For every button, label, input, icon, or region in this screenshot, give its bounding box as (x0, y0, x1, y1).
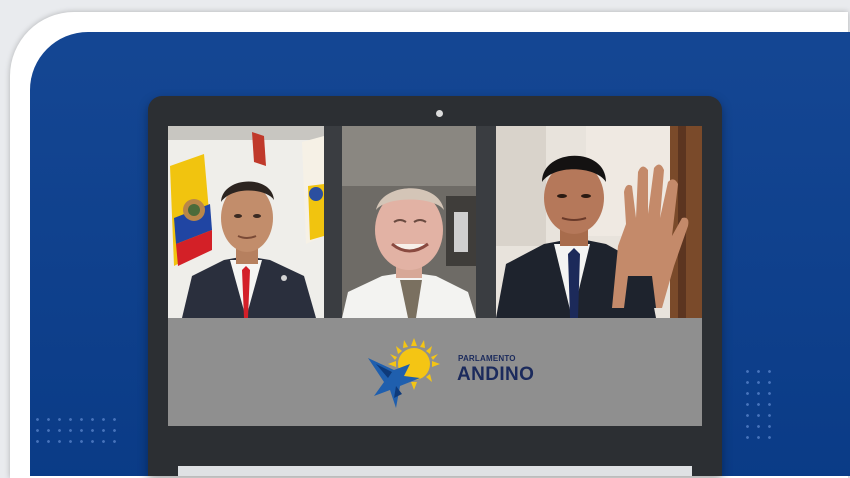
laptop: PARLAMENTO ANDINO (148, 96, 722, 476)
parlamento-andino-emblem-icon (368, 338, 440, 408)
logo-text-andino: ANDINO (457, 364, 535, 385)
decorative-dots-left (32, 414, 122, 446)
participant-tile-2[interactable] (342, 126, 476, 318)
participant-tile-1[interactable] (168, 126, 324, 318)
laptop-keyboard-edge (178, 466, 692, 476)
logo-text-parlamento: PARLAMENTO (458, 354, 516, 363)
video-call-screen: PARLAMENTO ANDINO (168, 126, 702, 426)
participant-3-video (496, 126, 702, 318)
participant-tile-3[interactable] (496, 126, 702, 318)
participant-1-video (168, 126, 324, 318)
decorative-dots-right (742, 366, 776, 440)
participant-2-video (342, 126, 476, 318)
webcam-icon (436, 110, 443, 117)
